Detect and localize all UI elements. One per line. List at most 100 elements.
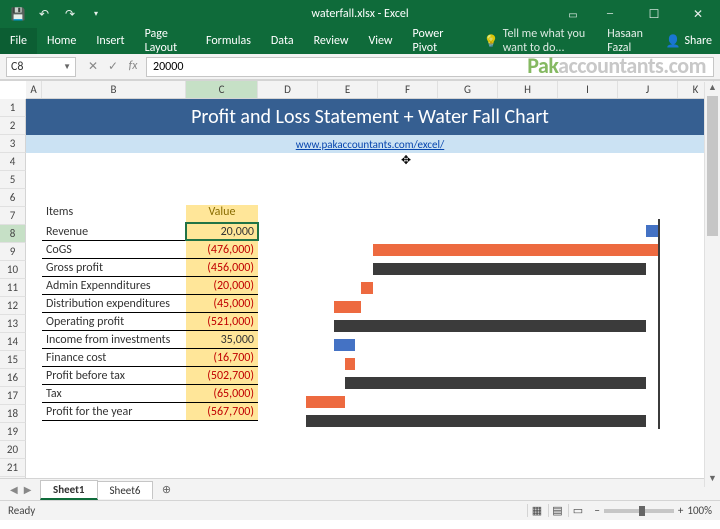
chevron-down-icon[interactable]: ▼	[63, 62, 71, 72]
row-header[interactable]: 10	[0, 261, 26, 279]
row-header[interactable]: 7	[0, 207, 26, 225]
col-header[interactable]: B	[42, 81, 186, 98]
zoom-out-button[interactable]: −	[594, 504, 599, 517]
zoom-slider[interactable]	[604, 509, 674, 513]
zoom-level[interactable]: 100%	[687, 504, 712, 517]
tab-file[interactable]: File	[0, 28, 37, 54]
item-value[interactable]: (502,700)	[186, 367, 258, 384]
next-sheet-icon[interactable]: ▶	[24, 483, 32, 496]
item-value[interactable]: (20,000)	[186, 277, 258, 294]
row-header[interactable]: 19	[0, 423, 26, 441]
table-row[interactable]: Profit before tax(502,700)	[42, 367, 258, 385]
source-link[interactable]: www.pakaccountants.com/excel/	[296, 138, 445, 151]
table-row[interactable]: Gross profit(456,000)	[42, 259, 258, 277]
col-header[interactable]: H	[498, 81, 558, 98]
row-header[interactable]: 17	[0, 387, 26, 405]
tab-review[interactable]: Review	[304, 28, 359, 54]
col-header[interactable]: F	[378, 81, 438, 98]
minimize-button[interactable]: ─	[588, 0, 632, 28]
redo-icon[interactable]: ↷	[58, 2, 82, 26]
close-button[interactable]: ✕	[676, 0, 720, 28]
table-row[interactable]: CoGS(476,000)	[42, 241, 258, 259]
enter-icon[interactable]: ✓	[104, 59, 122, 74]
account-name[interactable]: Hasaan Fazal	[601, 28, 657, 54]
tab-formulas[interactable]: Formulas	[196, 28, 261, 54]
row-header[interactable]: 3	[0, 135, 26, 153]
row-headers[interactable]: 12345678910111213141516171819202122	[0, 99, 26, 495]
scroll-up-icon[interactable]: ▲	[705, 82, 720, 96]
row-header[interactable]: 16	[0, 369, 26, 387]
sheet-tab[interactable]: Sheet6	[97, 481, 154, 499]
maximize-button[interactable]: ☐	[632, 0, 676, 28]
item-value[interactable]: (45,000)	[186, 295, 258, 312]
vertical-scrollbar[interactable]: ▲ ▼	[704, 82, 720, 487]
name-box[interactable]: C8 ▼	[6, 57, 76, 77]
table-row[interactable]: Distribution expenditures(45,000)	[42, 295, 258, 313]
row-header[interactable]: 5	[0, 171, 26, 189]
save-icon[interactable]: 💾	[6, 2, 30, 26]
row-header[interactable]: 21	[0, 459, 26, 477]
col-header[interactable]: A	[26, 81, 42, 98]
worksheet-grid[interactable]: A B C D E F G H I J K 123456789101112131…	[0, 80, 720, 500]
col-header[interactable]: D	[258, 81, 318, 98]
table-row[interactable]: Revenue20,000	[42, 223, 258, 241]
page-break-view-icon[interactable]: ▭	[568, 504, 586, 517]
item-value[interactable]: (567,700)	[186, 403, 258, 420]
item-value[interactable]: 20,000	[186, 223, 258, 240]
row-header[interactable]: 18	[0, 405, 26, 423]
row-header[interactable]: 13	[0, 315, 26, 333]
row-header[interactable]: 15	[0, 351, 26, 369]
row-header[interactable]: 9	[0, 243, 26, 261]
col-header[interactable]: I	[558, 81, 618, 98]
prev-sheet-icon[interactable]: ◀	[10, 483, 18, 496]
normal-view-icon[interactable]: ▦	[527, 504, 545, 517]
sheet-tab[interactable]: Sheet1	[40, 480, 98, 500]
tab-insert[interactable]: Insert	[86, 28, 134, 54]
add-sheet-button[interactable]: ⊕	[156, 483, 176, 496]
row-header[interactable]: 12	[0, 297, 26, 315]
row-header[interactable]: 2	[0, 117, 26, 135]
col-header[interactable]: C	[186, 81, 258, 98]
tab-page-layout[interactable]: Page Layout	[135, 28, 196, 54]
table-row[interactable]: Operating profit(521,000)	[42, 313, 258, 331]
row-header[interactable]: 8	[0, 225, 26, 243]
sheet-nav[interactable]: ◀▶	[10, 483, 31, 496]
zoom-thumb[interactable]	[639, 506, 645, 516]
cancel-icon[interactable]: ✕	[84, 59, 102, 74]
table-row[interactable]: Tax(65,000)	[42, 385, 258, 403]
scroll-down-icon[interactable]: ▼	[705, 473, 720, 487]
row-header[interactable]: 1	[0, 99, 26, 117]
undo-icon[interactable]: ↶	[32, 2, 56, 26]
item-value[interactable]: (16,700)	[186, 349, 258, 366]
share-button[interactable]: 👤 Share	[657, 28, 720, 54]
table-row[interactable]: Admin Expennditures(20,000)	[42, 277, 258, 295]
table-row[interactable]: Income from investments35,000	[42, 331, 258, 349]
tell-me-search[interactable]: 💡 Tell me what you want to do...	[484, 28, 602, 54]
row-header[interactable]: 20	[0, 441, 26, 459]
item-value[interactable]: (521,000)	[186, 313, 258, 330]
tab-home[interactable]: Home	[37, 28, 86, 54]
item-value[interactable]: (65,000)	[186, 385, 258, 402]
table-row[interactable]: Finance cost(16,700)	[42, 349, 258, 367]
page-layout-view-icon[interactable]: ▤	[548, 504, 566, 517]
item-value[interactable]: 35,000	[186, 331, 258, 348]
row-header[interactable]: 11	[0, 279, 26, 297]
column-headers[interactable]: A B C D E F G H I J K	[26, 81, 720, 99]
col-header[interactable]: J	[618, 81, 678, 98]
row-header[interactable]: 6	[0, 189, 26, 207]
col-header[interactable]: G	[438, 81, 498, 98]
table-row[interactable]: Profit for the year(567,700)	[42, 403, 258, 421]
row-header[interactable]: 4	[0, 153, 26, 171]
tab-view[interactable]: View	[358, 28, 402, 54]
zoom-in-button[interactable]: +	[678, 504, 683, 517]
item-value[interactable]: (456,000)	[186, 259, 258, 276]
tab-power-pivot[interactable]: Power Pivot	[403, 28, 464, 54]
qat-customize-icon[interactable]: ▾	[84, 2, 108, 26]
tab-data[interactable]: Data	[261, 28, 304, 54]
fx-icon[interactable]: fx	[124, 59, 142, 74]
ribbon-options-icon[interactable]: ▭	[558, 0, 588, 28]
scrollbar-thumb[interactable]	[707, 96, 718, 236]
col-header[interactable]: E	[318, 81, 378, 98]
item-value[interactable]: (476,000)	[186, 241, 258, 258]
row-header[interactable]: 14	[0, 333, 26, 351]
